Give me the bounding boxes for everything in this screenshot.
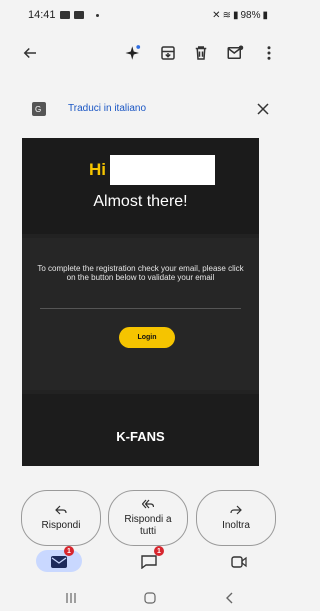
youtube-notification-icon xyxy=(73,11,84,19)
login-button[interactable]: Login xyxy=(119,327,175,348)
reply-all-icon xyxy=(142,499,154,509)
mail-badge: 1 xyxy=(64,546,74,556)
reply-icon xyxy=(55,505,67,515)
translate-icon: G xyxy=(32,102,46,116)
mail-tab[interactable]: 1 xyxy=(44,546,74,574)
forward-icon xyxy=(230,505,242,515)
forward-button[interactable]: Inoltra xyxy=(196,490,276,546)
video-icon xyxy=(231,556,247,568)
system-back-button[interactable] xyxy=(222,590,238,606)
mark-unread-button[interactable] xyxy=(223,41,247,65)
close-icon xyxy=(257,103,269,115)
more-options-button[interactable] xyxy=(262,41,276,65)
battery-icon: ▮ xyxy=(262,9,268,21)
reply-label: Rispondi xyxy=(41,520,81,531)
status-right: ✕ ≋ ▮ 98% ▮ xyxy=(212,10,268,21)
delete-icon xyxy=(195,46,207,60)
redacted-name xyxy=(110,155,215,185)
wifi-icon: ≋ xyxy=(222,9,231,21)
home-button[interactable] xyxy=(142,590,158,606)
email-message: To complete the registration check your … xyxy=(37,264,244,282)
svg-text:G: G xyxy=(35,105,41,114)
translate-bar: G Traduci in italiano xyxy=(0,92,280,126)
email-header-section xyxy=(22,138,259,234)
mark-unread-icon xyxy=(227,45,244,59)
greeting: Hi xyxy=(89,160,106,179)
reply-all-label: Rispondi a tutti xyxy=(124,514,172,537)
mute-icon: ✕ xyxy=(212,9,221,21)
chat-badge: 1 xyxy=(154,546,164,556)
email-body: Hi Almost there! To complete the registr… xyxy=(22,138,259,466)
email-title: Almost there! xyxy=(93,193,188,210)
chat-tab[interactable]: 1 xyxy=(134,546,164,574)
mail-icon xyxy=(51,556,67,568)
translate-link[interactable]: Traduci in italiano xyxy=(68,103,146,114)
recents-button[interactable] xyxy=(63,590,79,606)
email-toolbar xyxy=(0,36,280,70)
status-time: 14:41 xyxy=(28,9,56,21)
signal-icon: ▮ xyxy=(232,9,239,21)
status-left: 14:41 xyxy=(28,9,99,21)
bottom-navigation: 1 1 xyxy=(0,546,280,576)
more-icon xyxy=(267,46,271,60)
chat-icon xyxy=(141,555,157,569)
forward-label: Inoltra xyxy=(222,520,250,531)
status-bar: 14:41 ✕ ≋ ▮ 98% ▮ xyxy=(0,0,280,30)
reply-all-button[interactable]: Rispondi a tutti xyxy=(108,490,188,546)
brand-name: K-FANS xyxy=(116,429,165,444)
close-translate-button[interactable] xyxy=(254,100,272,118)
gallery-notification-icon xyxy=(59,11,70,19)
email-message-section xyxy=(22,238,259,390)
archive-icon xyxy=(161,46,175,60)
reply-button[interactable]: Rispondi xyxy=(21,490,101,546)
sparkle-icon xyxy=(125,45,141,60)
system-navigation xyxy=(0,584,280,611)
chevron-left-icon xyxy=(226,592,233,604)
divider xyxy=(40,308,241,309)
back-button[interactable] xyxy=(18,41,42,65)
battery-level: 98% xyxy=(240,9,261,21)
meet-tab[interactable] xyxy=(224,550,254,574)
ai-assist-button[interactable] xyxy=(121,41,145,65)
home-icon xyxy=(144,592,156,604)
archive-button[interactable] xyxy=(156,41,180,65)
back-arrow-icon xyxy=(23,47,36,59)
more-notifications-icon xyxy=(95,13,99,17)
recents-icon xyxy=(66,593,76,603)
delete-button[interactable] xyxy=(189,41,213,65)
